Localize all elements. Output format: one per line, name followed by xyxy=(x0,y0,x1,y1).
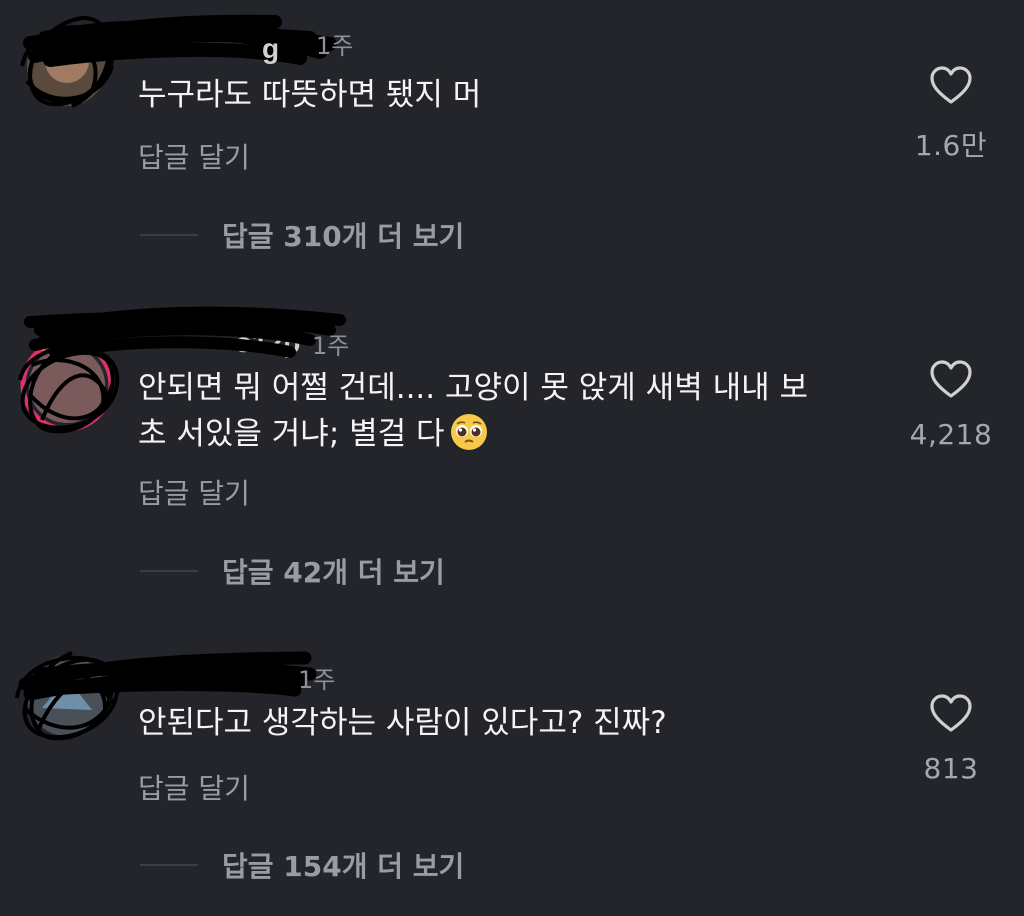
like-count: 1.6만 xyxy=(914,129,988,162)
view-more-replies[interactable]: 답글 310개 더 보기 xyxy=(140,215,464,255)
svg-text:g: g xyxy=(262,33,279,64)
comment-text-line-1: 안되면 뭐 어쩔 건데.... 고양이 못 앉게 새벽 내내 보 xyxy=(138,370,808,406)
heart-outline-icon[interactable] xyxy=(929,694,973,734)
divider-line xyxy=(140,234,198,236)
pleading-face-emoji xyxy=(450,414,487,450)
view-more-replies-label[interactable]: 답글 154개 더 보기 xyxy=(222,845,464,885)
comment-time: 1주 xyxy=(312,332,350,360)
comment-text: 안된다고 생각하는 사람이 있다고? 진짜? xyxy=(138,705,667,741)
view-more-replies-label[interactable]: 답글 42개 더 보기 xyxy=(222,551,445,591)
heart-outline-icon[interactable] xyxy=(929,360,973,400)
view-more-replies[interactable]: 답글 154개 더 보기 xyxy=(140,845,464,885)
like-button[interactable]: 1.6만 xyxy=(895,66,1007,164)
reply-button[interactable]: 답글 달기 xyxy=(138,136,250,176)
comment-text-line-2: 초 서있을 거냐; 별걸 다 xyxy=(138,411,878,457)
reply-button[interactable]: 답글 달기 xyxy=(138,767,250,807)
view-more-replies[interactable]: 답글 42개 더 보기 xyxy=(140,551,445,591)
username-redacted: o12p xyxy=(10,300,350,360)
heart-outline-icon[interactable] xyxy=(929,66,973,106)
username-redacted: g xyxy=(10,8,350,68)
like-button[interactable]: 813 xyxy=(895,694,1007,785)
comment-text: 누구라도 따뜻하면 됐지 머 xyxy=(138,77,482,113)
comment-time: 1주 xyxy=(298,666,336,694)
like-count: 813 xyxy=(923,752,979,785)
comments-page: g 1주 누구라도 따뜻하면 됐지 머 답글 달기 1.6만 답글 310개 더… xyxy=(0,0,1024,916)
reply-button[interactable]: 답글 달기 xyxy=(138,472,250,512)
like-count: 4,218 xyxy=(909,418,993,451)
divider-line xyxy=(140,570,198,572)
divider-line xyxy=(140,864,198,866)
comment-text: 안되면 뭐 어쩔 건데.... 고양이 못 앉게 새벽 내내 보 초 서있을 거… xyxy=(138,365,878,457)
like-button[interactable]: 4,218 xyxy=(895,360,1007,451)
view-more-replies-label[interactable]: 답글 310개 더 보기 xyxy=(222,215,464,255)
comment-time: 1주 xyxy=(316,32,354,60)
